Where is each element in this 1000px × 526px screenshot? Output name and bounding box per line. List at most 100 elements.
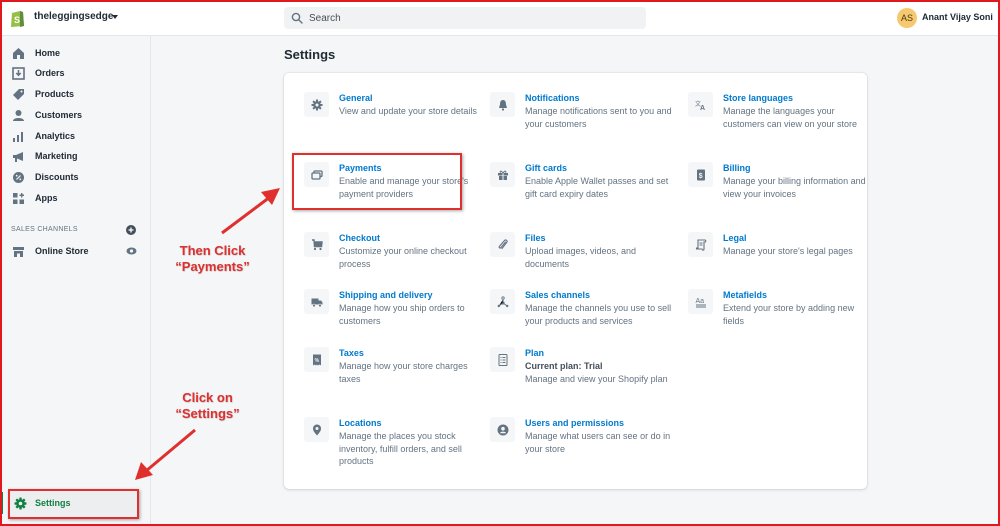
sidebar-item-label: Marketing (35, 151, 78, 161)
plan-icon (498, 353, 507, 366)
tile-description: Manage the places you stock inventory, f… (339, 431, 462, 467)
sidebar-item-label: Home (35, 48, 61, 58)
sidebar: Home Orders Products Customers Analytics… (0, 36, 151, 526)
tile-description: View and update your store details (339, 106, 477, 116)
metafields-icon: Aa (695, 298, 706, 307)
gift-icon (497, 170, 508, 180)
bell-icon (498, 99, 507, 111)
search-icon (291, 12, 303, 24)
home-icon (13, 47, 24, 59)
truck-icon (311, 298, 322, 307)
sidebar-item-analytics[interactable]: Analytics (0, 126, 150, 146)
sidebar-item-customers[interactable]: Customers (0, 105, 150, 125)
tile-title[interactable]: Files (525, 233, 546, 243)
eye-icon[interactable] (126, 247, 137, 255)
tile-description: Manage what users can see or do in your … (525, 431, 671, 454)
tile-description: Manage how you ship orders to customers (339, 303, 465, 326)
sidebar-item-label: Discounts (35, 172, 79, 182)
tile-title[interactable]: Plan (525, 348, 544, 358)
billing-icon: $ (696, 169, 705, 180)
translate-icon: 文A (695, 100, 705, 111)
sidebar-item-orders[interactable]: Orders (0, 63, 150, 83)
sidebar-item-online-store[interactable]: Online Store (0, 241, 150, 261)
tile-description: Manage and view your Shopify plan (525, 374, 668, 384)
tile-title[interactable]: Shipping and delivery (339, 290, 433, 300)
sidebar-item-marketing[interactable]: Marketing (0, 146, 150, 166)
svg-text:Aa: Aa (695, 298, 704, 305)
tile-title[interactable]: Locations (339, 418, 382, 428)
sidebar-item-label: Apps (35, 193, 58, 203)
tile-title[interactable]: Users and permissions (525, 418, 624, 428)
tile-description: Manage your store's legal pages (723, 246, 853, 256)
chevron-down-icon[interactable] (112, 15, 118, 19)
tile-description: Upload images, videos, and documents (525, 246, 637, 269)
search-bar[interactable] (284, 7, 646, 29)
active-indicator (0, 492, 3, 514)
tile-description: Enable Apple Wallet passes and set gift … (525, 176, 669, 199)
tile-title[interactable]: Checkout (339, 233, 380, 243)
sidebar-item-label: Online Store (35, 246, 89, 256)
person-icon (13, 109, 24, 121)
apps-grid-icon (13, 192, 24, 204)
tile-title[interactable]: Notifications (525, 93, 580, 103)
store-icon (13, 246, 24, 257)
shopify-logo-icon[interactable]: S (10, 8, 25, 28)
settings-instruction: Click on “Settings” (160, 390, 255, 422)
svg-text:S: S (14, 15, 20, 25)
avatar[interactable]: AS (897, 8, 917, 28)
orders-icon (12, 66, 25, 80)
tile-description: Manage notifications sent to you and you… (525, 106, 672, 129)
tax-receipt-icon: % (312, 354, 321, 365)
tile-title[interactable]: General (339, 93, 373, 103)
legal-scroll-icon (695, 238, 706, 251)
sidebar-item-label: Products (35, 89, 75, 99)
sidebar-item-label: Orders (35, 68, 65, 78)
tile-title[interactable]: Store languages (723, 93, 793, 103)
sidebar-item-label: Customers (35, 110, 83, 120)
tile-title[interactable]: Taxes (339, 348, 364, 358)
instruction-line: “Settings” (175, 406, 240, 421)
tile-description: Manage the channels you use to sell your… (525, 303, 672, 326)
tag-icon (13, 88, 24, 100)
tile-description: Extend your store by adding new fields (723, 303, 855, 326)
tile-title[interactable]: Sales channels (525, 290, 590, 300)
settings-card: General View and update your store detai… (284, 73, 867, 489)
arrow-to-payments-icon (221, 188, 280, 235)
tile-title[interactable]: Gift cards (525, 163, 567, 173)
tile-description: Customize your online checkout process (339, 246, 467, 269)
svg-text:%: % (314, 358, 319, 364)
paperclip-icon (498, 238, 508, 249)
tile-description: Manage your billing information and view… (723, 176, 866, 199)
sales-channels-heading: SALES CHANNELS (11, 226, 78, 233)
instruction-line: Click on (182, 390, 233, 405)
tile-description: Manage the languages your customers can … (723, 106, 858, 129)
payments-instruction: Then Click “Payments” (160, 243, 265, 275)
search-input[interactable] (309, 12, 629, 24)
gear-icon (311, 99, 322, 110)
tile-description: Manage how your store charges taxes (339, 361, 468, 384)
discount-badge-icon (13, 171, 24, 183)
svg-text:A: A (700, 105, 705, 111)
current-plan-label: Current plan: Trial (525, 361, 603, 371)
top-bar: S theleggingsedge AS Anant Vijay Soni (0, 0, 1000, 36)
sidebar-item-products[interactable]: Products (0, 84, 150, 104)
cart-icon (311, 238, 323, 250)
store-switcher[interactable]: theleggingsedge (34, 11, 113, 22)
user-name[interactable]: Anant Vijay Soni (922, 12, 993, 22)
megaphone-icon (13, 151, 23, 162)
page-title: Settings (284, 47, 336, 62)
sidebar-item-discounts[interactable]: Discounts (0, 167, 150, 187)
tile-title[interactable]: Billing (723, 163, 751, 173)
bar-chart-icon (13, 131, 23, 142)
sidebar-item-home[interactable]: Home (0, 43, 150, 63)
sidebar-item-apps[interactable]: Apps (0, 188, 150, 208)
tile-title[interactable]: Metafields (723, 290, 767, 300)
tile-title[interactable]: Legal (723, 233, 747, 243)
location-pin-icon (312, 424, 321, 435)
svg-text:$: $ (698, 172, 702, 179)
instruction-line: Then Click (179, 243, 246, 258)
payments-highlight-box (292, 153, 462, 210)
user-circle-icon (497, 424, 508, 435)
channels-icon (497, 295, 508, 307)
add-circle-icon[interactable] (126, 225, 136, 235)
